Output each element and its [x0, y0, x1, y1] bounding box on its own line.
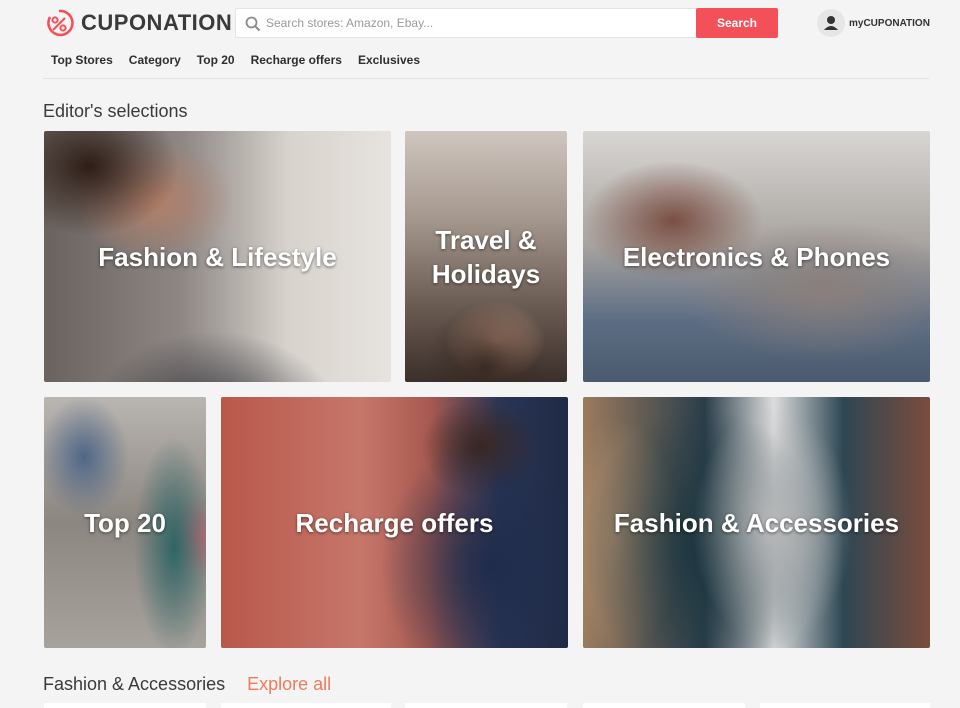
tile-label: Recharge offers [295, 507, 494, 538]
percent-logo-icon [44, 8, 74, 38]
fashion-section-header: Fashion & Accessories Explore all [43, 674, 331, 695]
nav-item-top-stores[interactable]: Top Stores [43, 52, 121, 68]
search-input[interactable] [266, 9, 686, 37]
tile-fashion-lifestyle[interactable]: Fashion & Lifestyle [44, 131, 391, 382]
logo[interactable]: CUPONATION [44, 6, 232, 40]
search-icon [245, 16, 261, 32]
tile-recharge-offers[interactable]: Recharge offers [221, 397, 568, 648]
user-icon [817, 9, 845, 37]
tile-label: Fashion & Accessories [613, 507, 900, 538]
tile-label: Fashion & Lifestyle [98, 241, 337, 272]
tile-travel-holidays[interactable]: Travel & Holidays [405, 131, 567, 382]
logo-text: CUPONATION [81, 10, 233, 35]
store-card[interactable] [221, 703, 391, 708]
nav-item-exclusives[interactable]: Exclusives [350, 52, 428, 68]
header: CUPONATION Search myCUPONATION Top Store… [0, 0, 960, 80]
tile-label: Top 20 [84, 507, 166, 538]
store-card[interactable] [405, 703, 567, 708]
tile-top-20[interactable]: Top 20 [44, 397, 206, 648]
main-nav: Top Stores Category Top 20 Recharge offe… [43, 52, 428, 68]
account-menu[interactable]: myCUPONATION [817, 8, 930, 38]
nav-item-recharge-offers[interactable]: Recharge offers [243, 52, 350, 68]
tile-electronics-phones[interactable]: Electronics & Phones [583, 131, 930, 382]
nav-item-top-20[interactable]: Top 20 [189, 52, 243, 68]
account-label: myCUPONATION [849, 17, 930, 29]
header-divider [43, 78, 929, 79]
search-bar: Search [235, 8, 778, 38]
tile-label: Travel & Holidays [431, 224, 541, 289]
store-card[interactable] [583, 703, 745, 708]
search-button[interactable]: Search [696, 8, 778, 38]
nav-item-category[interactable]: Category [121, 52, 189, 68]
editors-section-title: Editor's selections [43, 101, 188, 121]
tile-label: Electronics & Phones [622, 241, 891, 272]
tile-fashion-accessories[interactable]: Fashion & Accessories [583, 397, 930, 648]
store-card[interactable] [760, 703, 930, 708]
explore-all-link[interactable]: Explore all [247, 674, 331, 695]
store-card[interactable] [44, 703, 206, 708]
fashion-section-title: Fashion & Accessories [43, 674, 226, 694]
